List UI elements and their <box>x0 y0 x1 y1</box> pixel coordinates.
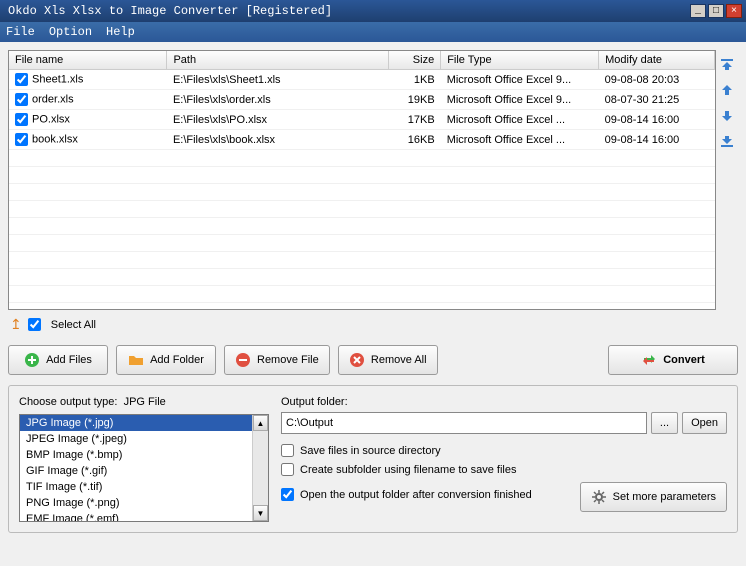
row-checkbox[interactable] <box>15 113 28 126</box>
output-type-label: Choose output type: JPG File <box>19 396 269 408</box>
remove-file-button[interactable]: Remove File <box>224 345 330 375</box>
scroll-up-icon[interactable]: ▲ <box>253 415 268 431</box>
list-item[interactable]: TIF Image (*.tif) <box>20 479 252 495</box>
menu-bar: File Option Help <box>0 22 746 42</box>
close-button[interactable]: × <box>726 4 742 18</box>
list-item[interactable]: JPEG Image (*.jpeg) <box>20 431 252 447</box>
move-up-icon[interactable] <box>719 82 735 98</box>
open-folder-button[interactable]: Open <box>682 412 727 434</box>
select-all-checkbox[interactable] <box>28 318 41 331</box>
remove-all-button[interactable]: Remove All <box>338 345 438 375</box>
file-list[interactable]: File name Path Size File Type Modify dat… <box>8 50 716 310</box>
output-type-listbox[interactable]: JPG Image (*.jpg)JPEG Image (*.jpeg)BMP … <box>20 415 252 521</box>
table-row[interactable]: book.xlsxE:\Files\xls\book.xlsx16KBMicro… <box>9 130 715 150</box>
add-folder-button[interactable]: Add Folder <box>116 345 216 375</box>
output-folder-label: Output folder: <box>281 396 727 408</box>
folder-icon <box>128 352 144 368</box>
save-in-source-label: Save files in source directory <box>300 445 441 457</box>
list-item[interactable]: EMF Image (*.emf) <box>20 511 252 521</box>
table-row[interactable]: order.xlsE:\Files\xls\order.xls19KBMicro… <box>9 90 715 110</box>
create-subfolder-checkbox[interactable] <box>281 463 294 476</box>
create-subfolder-label: Create subfolder using filename to save … <box>300 464 516 476</box>
list-item[interactable]: JPG Image (*.jpg) <box>20 415 252 431</box>
save-in-source-checkbox[interactable] <box>281 444 294 457</box>
col-header-size[interactable]: Size <box>388 51 441 70</box>
reorder-buttons <box>716 50 738 310</box>
list-item[interactable]: BMP Image (*.bmp) <box>20 447 252 463</box>
add-files-button[interactable]: Add Files <box>8 345 108 375</box>
gear-icon <box>591 489 607 505</box>
maximize-button[interactable]: □ <box>708 4 724 18</box>
select-all-label: Select All <box>51 319 96 331</box>
list-item[interactable]: GIF Image (*.gif) <box>20 463 252 479</box>
menu-option[interactable]: Option <box>49 25 92 39</box>
open-after-label: Open the output folder after conversion … <box>300 489 532 501</box>
output-folder-input[interactable] <box>281 412 647 434</box>
set-parameters-button[interactable]: Set more parameters <box>580 482 727 512</box>
convert-icon <box>641 352 657 368</box>
open-after-checkbox[interactable] <box>281 488 294 501</box>
listbox-scrollbar[interactable]: ▲ ▼ <box>252 415 268 521</box>
col-header-type[interactable]: File Type <box>441 51 599 70</box>
up-arrow-icon: ↥ <box>10 316 22 333</box>
title-bar: Okdo Xls Xlsx to Image Converter [Regist… <box>0 0 746 22</box>
plus-icon <box>24 352 40 368</box>
menu-help[interactable]: Help <box>106 25 135 39</box>
row-checkbox[interactable] <box>15 133 28 146</box>
move-down-icon[interactable] <box>719 108 735 124</box>
row-checkbox[interactable] <box>15 93 28 106</box>
row-checkbox[interactable] <box>15 73 28 86</box>
minimize-button[interactable]: _ <box>690 4 706 18</box>
x-icon <box>349 352 365 368</box>
table-row[interactable]: Sheet1.xlsE:\Files\xls\Sheet1.xls1KBMicr… <box>9 70 715 90</box>
convert-button[interactable]: Convert <box>608 345 738 375</box>
col-header-date[interactable]: Modify date <box>599 51 715 70</box>
browse-button[interactable]: ... <box>651 412 678 434</box>
table-row[interactable]: PO.xlsxE:\Files\xls\PO.xlsx17KBMicrosoft… <box>9 110 715 130</box>
col-header-name[interactable]: File name <box>9 51 167 70</box>
window-title: Okdo Xls Xlsx to Image Converter [Regist… <box>4 4 688 18</box>
list-item[interactable]: PNG Image (*.png) <box>20 495 252 511</box>
minus-icon <box>235 352 251 368</box>
scroll-down-icon[interactable]: ▼ <box>253 505 268 521</box>
menu-file[interactable]: File <box>6 25 35 39</box>
col-header-path[interactable]: Path <box>167 51 388 70</box>
move-bottom-icon[interactable] <box>719 134 735 150</box>
move-top-icon[interactable] <box>719 56 735 72</box>
